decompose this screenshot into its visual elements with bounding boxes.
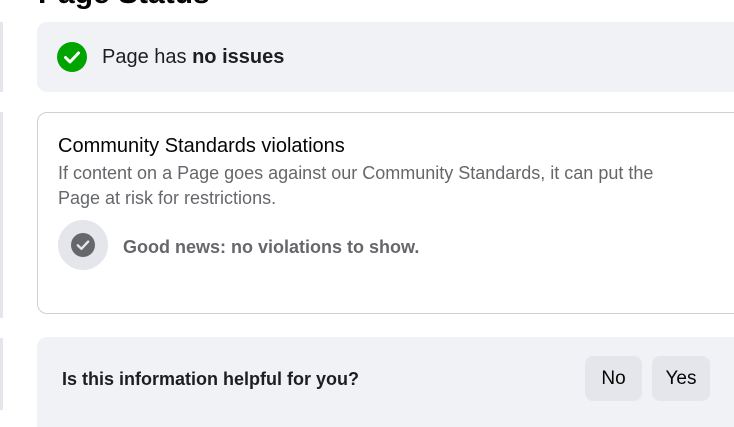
page-status-text: Page has no issues [102, 44, 284, 70]
feedback-bar: Is this information helpful for you? No … [37, 337, 734, 427]
page-title: Page Status [38, 0, 210, 12]
feedback-question: Is this information helpful for you? [62, 369, 359, 389]
violations-description: If content on a Page goes against our Co… [58, 163, 654, 208]
page-status-card: Page has no issues [37, 22, 734, 92]
check-circle-icon [71, 233, 95, 257]
check-circle-icon [57, 42, 87, 72]
status-prefix: Page has [102, 46, 193, 68]
feedback-yes-button[interactable]: Yes [652, 356, 710, 401]
status-emphasis: no issues [192, 46, 285, 68]
community-standards-card: Community Standards violations If conten… [37, 112, 734, 314]
left-column-edge [0, 338, 3, 410]
violations-title: Community Standards violations [58, 135, 345, 157]
left-column-edge [0, 112, 3, 318]
no-violations-badge [58, 220, 108, 270]
feedback-no-button[interactable]: No [585, 356, 642, 401]
left-column-edge [0, 22, 3, 92]
no-violations-text: Good news: no violations to show. [123, 237, 420, 257]
